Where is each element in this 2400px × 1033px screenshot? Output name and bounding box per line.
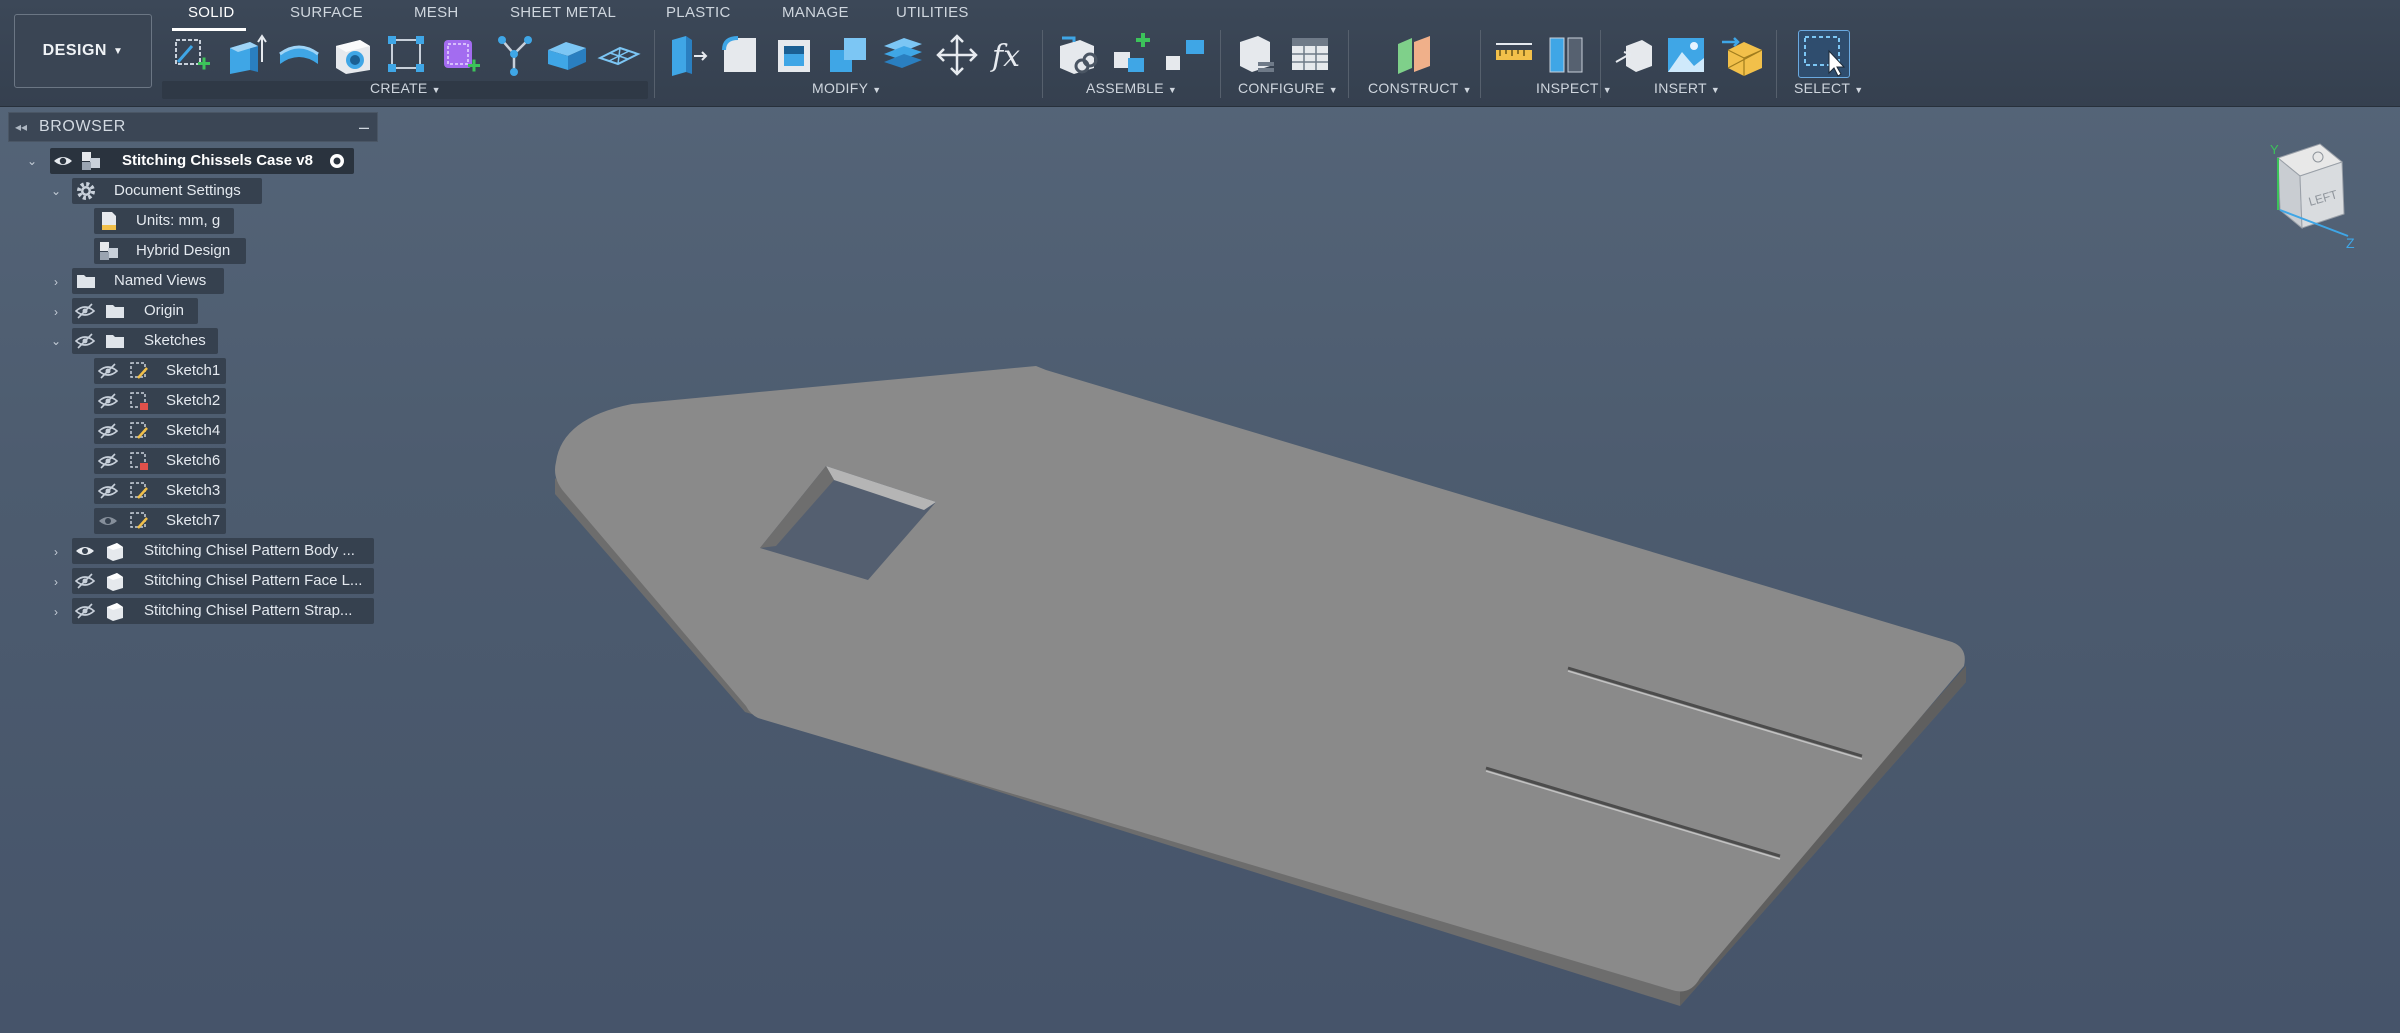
viewcube-axis-y: Y xyxy=(2270,142,2279,157)
viewcube[interactable]: Y Z LEFT xyxy=(2260,136,2356,252)
canvas-3d[interactable] xyxy=(0,0,2400,1033)
model-body[interactable] xyxy=(555,366,1966,1006)
viewcube-axis-z: Z xyxy=(2346,235,2355,251)
